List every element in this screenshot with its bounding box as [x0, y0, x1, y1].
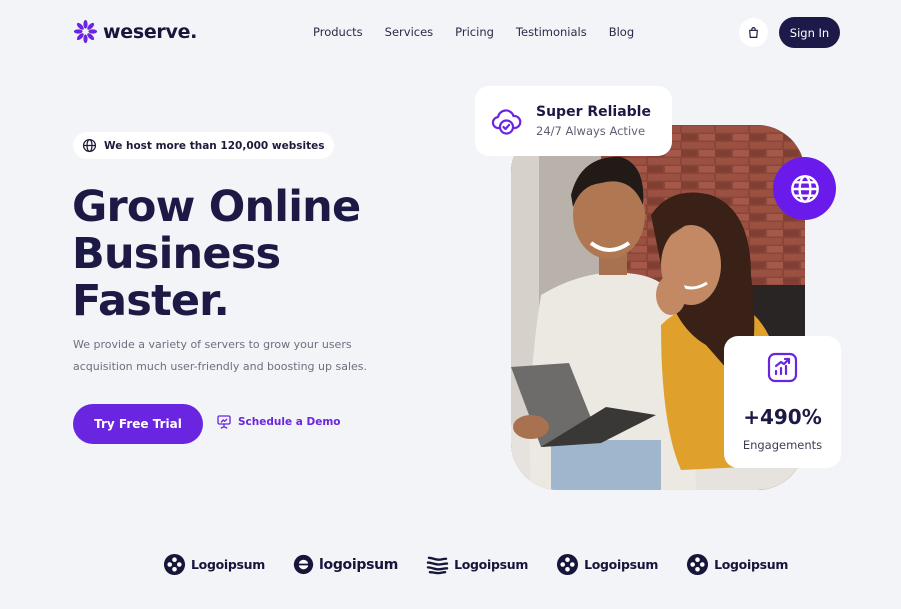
- cloud-check-icon: [491, 109, 522, 135]
- hero-title-line: Faster.: [72, 276, 230, 326]
- schedule-demo-label: Schedule a Demo: [238, 416, 341, 428]
- partner-name: Logoipsum: [714, 557, 789, 572]
- chart-up-icon: [767, 352, 798, 383]
- top-navigation: weserve. Products Services Pricing Testi…: [0, 0, 901, 66]
- hosting-badge: We host more than 120,000 websites: [73, 132, 335, 159]
- partner-logos: Logoipsum logoipsum Logoipsum Logoipsum: [163, 553, 788, 576]
- partner-name: logoipsum: [319, 556, 399, 573]
- nav-link-blog[interactable]: Blog: [609, 25, 634, 39]
- hero-title-line: Business: [72, 229, 281, 279]
- brand-name: weserve.: [103, 20, 198, 43]
- hero-subtitle-line: We provide a variety of servers to grow …: [73, 338, 352, 351]
- partner-logo: Logoipsum: [426, 553, 528, 576]
- globe-icon: [790, 174, 819, 203]
- diamond-dots-logo-icon: [687, 553, 709, 576]
- hero-subtitle-line: acquisition much user-friendly and boost…: [73, 360, 368, 373]
- schedule-demo-link[interactable]: Schedule a Demo: [216, 414, 340, 430]
- hero-title: Grow Online Business Faster.: [72, 184, 412, 325]
- diamond-dots-logo-icon: [557, 553, 579, 576]
- nav-link-products[interactable]: Products: [313, 25, 363, 39]
- hero-subtitle: We provide a variety of servers to grow …: [73, 334, 393, 378]
- partner-name: Logoipsum: [584, 557, 659, 572]
- globe-icon: [82, 138, 97, 153]
- sign-in-button[interactable]: Sign In: [779, 17, 840, 48]
- partner-logo: Logoipsum: [556, 553, 658, 576]
- shopping-bag-icon: [749, 27, 758, 38]
- engagement-value: +490%: [743, 405, 822, 429]
- ring-logo-icon: [293, 554, 314, 575]
- nav-link-services[interactable]: Services: [385, 25, 434, 39]
- partner-logo: logoipsum: [293, 553, 398, 576]
- reliable-text: Super Reliable 24/7 Always Active: [536, 104, 651, 138]
- partner-name: Logoipsum: [454, 557, 529, 572]
- cart-button[interactable]: [739, 18, 768, 47]
- engagement-card: +490% Engagements: [724, 336, 841, 468]
- brand-logo[interactable]: weserve.: [73, 19, 197, 44]
- nav-links: Products Services Pricing Testimonials B…: [313, 25, 634, 39]
- hero-title-line: Grow Online: [72, 182, 361, 232]
- partner-name: Logoipsum: [191, 557, 265, 572]
- presentation-icon: [217, 415, 231, 429]
- reliable-title: Super Reliable: [536, 104, 651, 120]
- nav-link-pricing[interactable]: Pricing: [455, 25, 494, 39]
- super-reliable-card: Super Reliable 24/7 Always Active: [475, 86, 672, 156]
- diamond-dots-logo-icon: [163, 553, 186, 576]
- waves-logo-icon: [426, 556, 449, 575]
- engagement-label: Engagements: [742, 438, 823, 452]
- globe-badge: [773, 157, 836, 220]
- reliable-subtitle: 24/7 Always Active: [536, 124, 646, 138]
- flower-logo-icon: [73, 19, 98, 44]
- partner-logo: Logoipsum: [163, 553, 265, 576]
- nav-link-testimonials[interactable]: Testimonials: [516, 25, 587, 39]
- partner-logo: Logoipsum: [686, 553, 788, 576]
- try-free-trial-button[interactable]: Try Free Trial: [73, 404, 203, 444]
- badge-text: We host more than 120,000 websites: [104, 139, 325, 152]
